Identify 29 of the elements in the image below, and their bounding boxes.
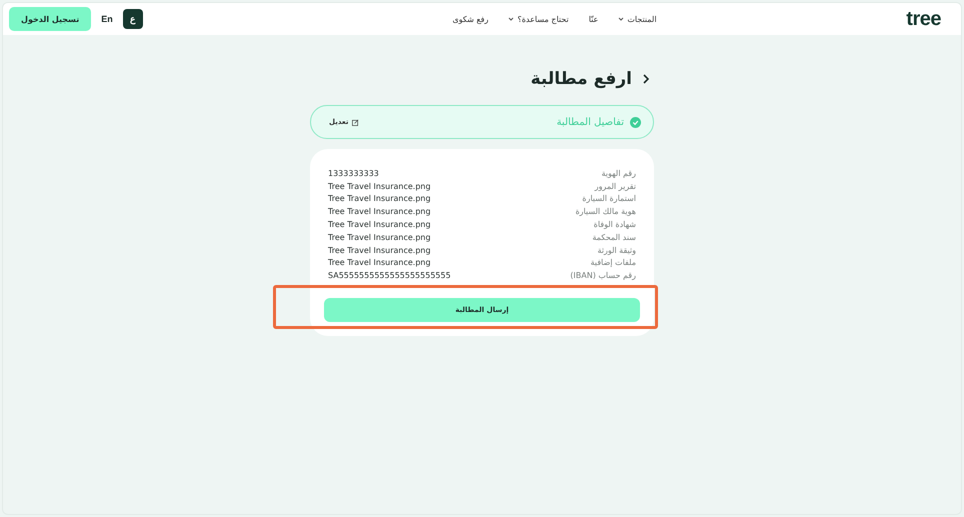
detail-value: Tree Travel Insurance.png <box>328 194 431 204</box>
nav-link[interactable]: رفع شكوى <box>452 14 488 24</box>
detail-label: هوية مالك السيارة <box>575 207 636 216</box>
detail-value: SA5555555555555555555555 <box>328 271 451 280</box>
nav-link[interactable]: تحتاج مساعدة؟ <box>508 14 569 24</box>
detail-label: تقرير المرور <box>594 182 636 191</box>
login-button[interactable]: تسجيل الدخول <box>9 7 92 31</box>
detail-value: Tree Travel Insurance.png <box>328 258 431 268</box>
nav-link[interactable]: المنتجات <box>618 14 657 24</box>
detail-label: شهادة الوفاة <box>594 220 636 230</box>
page-title: ارفع مطالبة <box>530 69 632 89</box>
step-label: تفاصيل المطالبة <box>556 116 624 128</box>
detail-value: Tree Travel Insurance.png <box>328 182 431 191</box>
detail-value: 1333333333 <box>328 168 379 178</box>
detail-value: Tree Travel Insurance.png <box>328 207 431 216</box>
detail-value: Tree Travel Insurance.png <box>328 220 431 230</box>
detail-label: رقم الهوية <box>601 168 636 178</box>
language-button[interactable]: ع <box>122 9 143 29</box>
detail-label: سند المحكمة <box>592 232 636 242</box>
detail-label: استمارة السيارة <box>582 194 636 204</box>
language-button[interactable]: En <box>97 9 117 29</box>
logo[interactable]: tree <box>906 8 941 30</box>
detail-value: Tree Travel Insurance.png <box>328 246 431 255</box>
detail-label: وثيقة الورثة <box>597 246 636 255</box>
detail-label: ملفات إضافية <box>590 258 636 268</box>
detail-label: رقم حساب (IBAN) <box>570 271 636 280</box>
nav-link[interactable]: عنّا <box>588 14 598 24</box>
detail-value: Tree Travel Insurance.png <box>328 232 431 242</box>
edit-icon <box>352 118 358 126</box>
